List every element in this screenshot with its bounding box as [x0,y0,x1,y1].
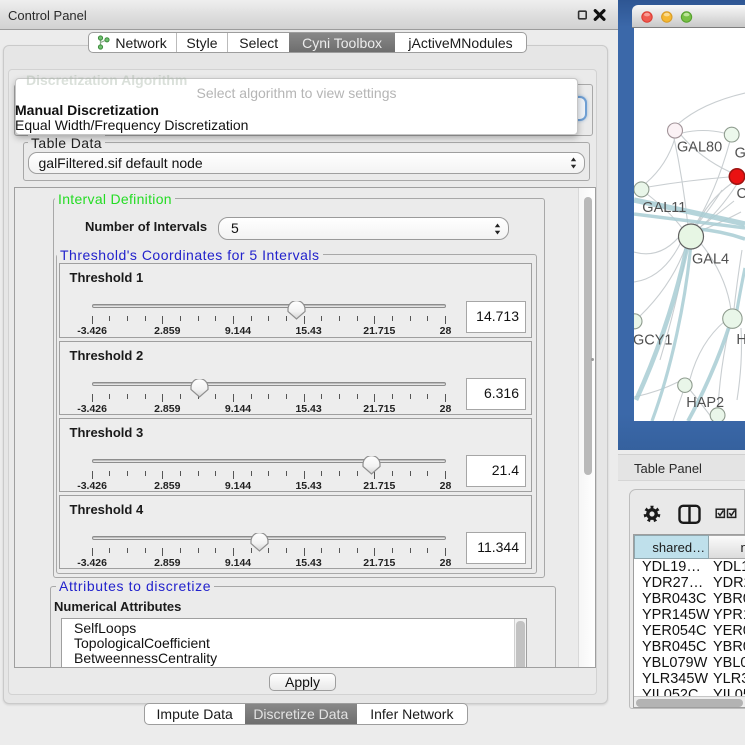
svg-text:HAP2: HAP2 [686,395,724,411]
svg-text:HI: HI [736,332,745,348]
svg-text:GAL4: GAL4 [692,252,729,268]
svg-text:CY: CY [737,186,745,202]
svg-text:GAL80: GAL80 [677,140,722,156]
svg-text:GCY1: GCY1 [634,333,673,349]
svg-text:GAL11: GAL11 [642,200,686,216]
svg-text:GAL7: GAL7 [735,146,745,162]
